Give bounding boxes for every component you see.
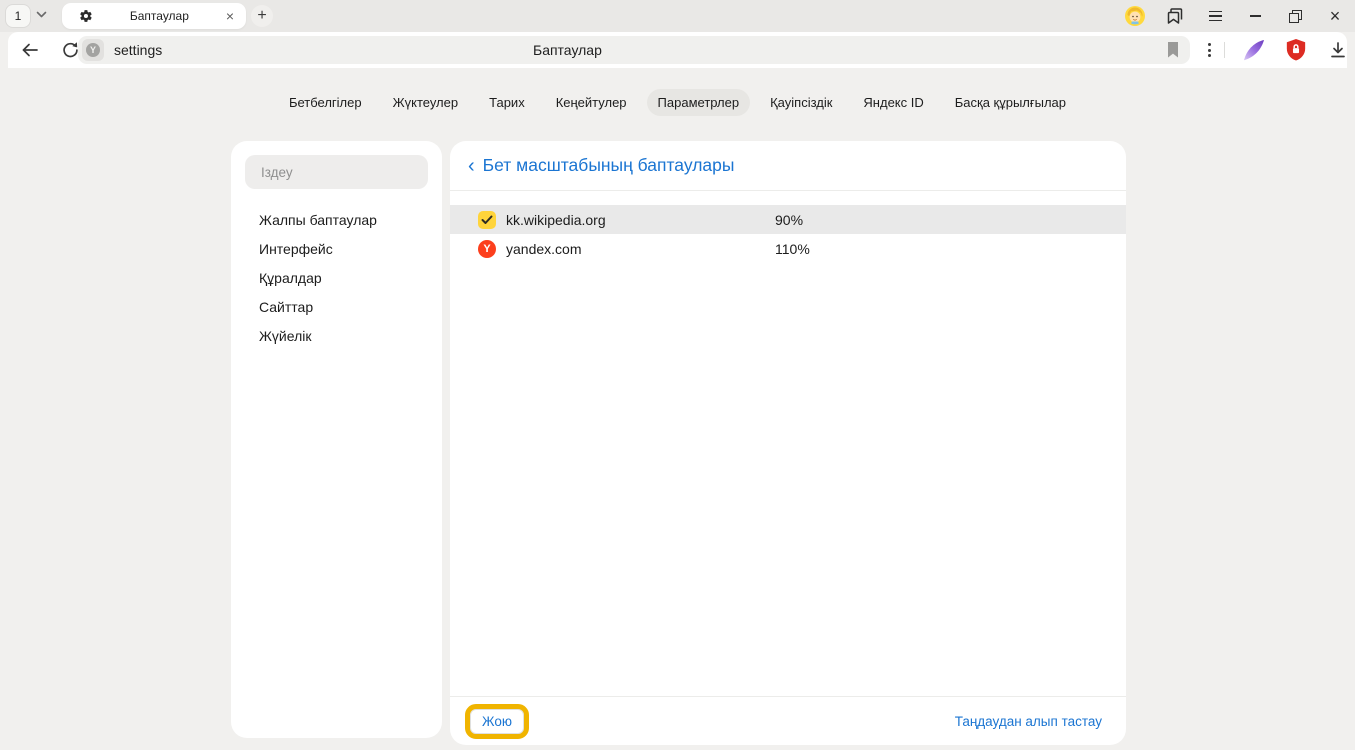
page-zoom-heading: Бет масштабының баптаулары <box>483 155 735 176</box>
extension-feather-icon[interactable] <box>1238 32 1270 68</box>
tab-close-icon[interactable]: × <box>226 9 234 23</box>
zoom-settings-card: ‹ Бет масштабының баптаулары kk.wikipedi… <box>450 141 1126 745</box>
nav-tab-yandex-id[interactable]: Яндекс ID <box>852 89 934 116</box>
tab-strip: 1 Баптаулар × + <box>0 0 1355 32</box>
settings-sidebar: Жалпы баптаулар Интерфейс Құралдар Сайтт… <box>231 141 442 738</box>
zoom-settings-header[interactable]: ‹ Бет масштабының баптаулары <box>450 141 1126 190</box>
site-icon: Y <box>82 39 104 61</box>
nav-tab-other-devices[interactable]: Басқа құрылғылар <box>944 89 1077 116</box>
deselect-all-link[interactable]: Таңдаудан алып тастау <box>955 714 1102 729</box>
nav-tab-settings[interactable]: Параметрлер <box>647 89 751 116</box>
site-zoom-row[interactable]: kk.wikipedia.org 90% <box>450 205 1126 234</box>
yandex-favicon: Y <box>478 240 496 258</box>
minimize-button[interactable] <box>1235 15 1275 17</box>
nav-tab-history[interactable]: Тарих <box>478 89 536 116</box>
list-footer: Жою Таңдаудан алып тастау <box>450 696 1126 745</box>
maximize-button[interactable] <box>1275 10 1315 23</box>
sidebar-item-general[interactable]: Жалпы баптаулар <box>231 205 442 234</box>
nav-tab-security[interactable]: Қауіпсіздік <box>759 89 843 116</box>
nav-tab-downloads[interactable]: Жүктеулер <box>382 89 470 116</box>
window-close-button[interactable]: × <box>1315 7 1355 25</box>
back-chevron-icon[interactable]: ‹ <box>464 156 479 176</box>
back-icon[interactable] <box>14 32 46 68</box>
sidebar-search[interactable] <box>245 155 428 189</box>
address-bar[interactable]: Y settings Баптаулар <box>78 36 1190 64</box>
new-tab-button[interactable]: + <box>251 5 273 27</box>
gear-icon <box>79 9 93 23</box>
header-divider <box>450 190 1126 191</box>
search-input[interactable] <box>259 164 423 181</box>
bookmark-icon[interactable] <box>1166 41 1180 59</box>
tab-list-chevron-icon[interactable] <box>36 11 47 18</box>
nav-tab-extensions[interactable]: Кеңейтулер <box>545 89 638 116</box>
delete-button[interactable]: Жою <box>470 709 524 734</box>
profile-avatar[interactable] <box>1115 6 1155 26</box>
protect-shield-icon[interactable] <box>1280 32 1312 68</box>
site-name: yandex.com <box>506 241 581 257</box>
sidebar-item-sites[interactable]: Сайттар <box>231 292 442 321</box>
sidebar-item-interface[interactable]: Интерфейс <box>231 234 442 263</box>
site-zoom-list: kk.wikipedia.org 90% Y yandex.com 110% <box>450 205 1126 263</box>
menu-icon[interactable] <box>1195 11 1235 22</box>
settings-nav: Бетбелгілер Жүктеулер Тарих Кеңейтулер П… <box>0 89 1355 116</box>
address-row: Y settings Баптаулар <box>8 32 1347 68</box>
browser-tab[interactable]: Баптаулар × <box>62 3 246 29</box>
url-text: settings <box>114 42 162 58</box>
zoom-value: 90% <box>775 212 803 228</box>
zoom-value: 110% <box>775 241 810 257</box>
tab-title: Баптаулар <box>93 9 226 23</box>
sidebar-item-tools[interactable]: Құралдар <box>231 263 442 292</box>
site-name: kk.wikipedia.org <box>506 212 606 228</box>
checkbox-checked-icon[interactable] <box>478 211 496 229</box>
nav-tab-bookmarks[interactable]: Бетбелгілер <box>278 89 373 116</box>
page-title: Баптаулар <box>533 36 602 64</box>
more-options-icon[interactable] <box>1196 32 1222 68</box>
site-zoom-row[interactable]: Y yandex.com 110% <box>450 234 1126 263</box>
tab-counter[interactable]: 1 <box>6 5 30 27</box>
side-panels-icon[interactable] <box>1155 7 1195 25</box>
sidebar-item-system[interactable]: Жүйелік <box>231 321 442 350</box>
download-icon[interactable] <box>1322 32 1354 68</box>
toolbar-divider <box>1224 42 1225 58</box>
